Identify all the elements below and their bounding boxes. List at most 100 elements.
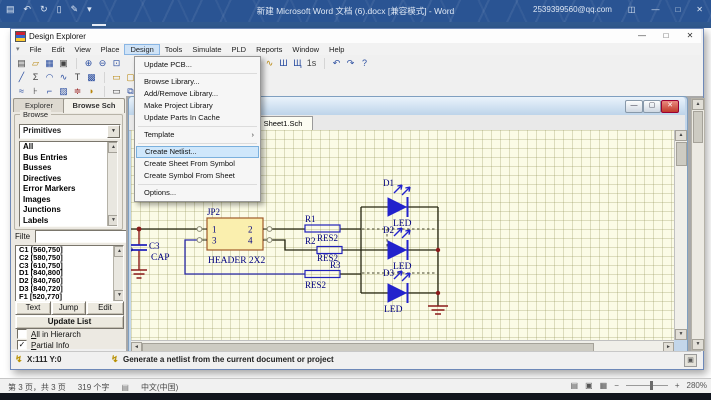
app-minimize-button[interactable]: — bbox=[635, 31, 649, 41]
list-item[interactable]: Junctions bbox=[20, 205, 117, 216]
menu-item-make-project-library[interactable]: Make Project Library bbox=[135, 100, 260, 112]
read-mode-icon[interactable]: ▤ bbox=[571, 381, 579, 390]
image-tool-icon[interactable]: ▩ bbox=[85, 71, 98, 83]
diode-tool-icon[interactable]: ◗ bbox=[85, 85, 98, 97]
list-item[interactable]: All bbox=[20, 142, 117, 153]
word-close-button[interactable]: ✕ bbox=[696, 5, 703, 14]
menu-item-add-remove-library[interactable]: Add/Remove Library... bbox=[135, 88, 260, 100]
zoom-in-icon[interactable]: ⊕ bbox=[82, 57, 95, 69]
line-tool-icon[interactable]: ╱ bbox=[15, 71, 28, 83]
list-item[interactable]: F1 [520,770] bbox=[16, 293, 123, 301]
proofing-icon[interactable]: ▤ bbox=[121, 383, 129, 392]
scroll-up-icon[interactable]: ▲ bbox=[692, 99, 704, 110]
scroll-up-icon[interactable]: ▲ bbox=[114, 246, 124, 257]
app-maximize-button[interactable]: □ bbox=[659, 31, 673, 41]
components-scrollbar[interactable]: ▲ ▼ bbox=[113, 246, 123, 301]
zoom-slider-thumb[interactable] bbox=[650, 381, 653, 390]
list-item[interactable]: Bus Entries bbox=[20, 153, 117, 164]
menu-item-options[interactable]: Options... bbox=[135, 187, 260, 199]
ribbon-options-icon[interactable]: ◫ bbox=[628, 5, 636, 14]
menu-edit[interactable]: Edit bbox=[47, 44, 70, 55]
menu-item-update-parts-in-cache[interactable]: Update Parts In Cache bbox=[135, 112, 260, 124]
save-icon[interactable]: ▦ bbox=[43, 57, 56, 69]
simulate-wave-icon[interactable]: ∿ bbox=[263, 57, 276, 69]
menu-help[interactable]: Help bbox=[324, 44, 349, 55]
app-titlebar[interactable]: Design Explorer — □ ✕ bbox=[11, 29, 701, 44]
checkbox-box[interactable]: ✓ bbox=[17, 340, 27, 350]
browse-type-select[interactable]: Primitives ▼ bbox=[19, 124, 121, 139]
menu-window[interactable]: Window bbox=[287, 44, 324, 55]
menu-design[interactable]: Design bbox=[124, 44, 159, 55]
power-port-tool-icon[interactable]: ≑ bbox=[71, 85, 84, 97]
checkbox-all-in-hierarchy[interactable]: All in Hierarch bbox=[17, 329, 81, 339]
undo-icon[interactable]: ↶ bbox=[330, 57, 343, 69]
word-maximize-button[interactable]: □ bbox=[675, 5, 680, 14]
arc-tool-icon[interactable]: ◠ bbox=[43, 71, 56, 83]
text-button[interactable]: Text bbox=[15, 301, 51, 315]
print-layout-icon[interactable]: ▣ bbox=[585, 381, 593, 390]
polygon-tool-icon[interactable]: Σ bbox=[29, 71, 42, 83]
app-close-button[interactable]: ✕ bbox=[683, 31, 697, 41]
menu-item-create-symbol-from-sheet[interactable]: Create Symbol From Sheet bbox=[135, 170, 260, 182]
jump-button[interactable]: Jump bbox=[51, 301, 86, 315]
word-count[interactable]: 319 个字 bbox=[78, 382, 110, 393]
window-vertical-scrollbar[interactable]: ▲ ▼ bbox=[691, 98, 705, 351]
zoom-level[interactable]: 280% bbox=[687, 381, 707, 390]
digital-wave-icon[interactable]: Ш bbox=[277, 57, 290, 69]
menu-item-template[interactable]: Template › bbox=[135, 129, 260, 141]
list-item[interactable]: Directives bbox=[20, 174, 117, 185]
page-indicator[interactable]: 第 3 页，共 3 页 bbox=[8, 382, 66, 393]
language-indicator[interactable]: 中文(中国) bbox=[141, 382, 178, 393]
menu-view[interactable]: View bbox=[70, 44, 96, 55]
undo-icon[interactable]: ↶ bbox=[24, 4, 32, 15]
sheet-tool-icon[interactable]: ▭ bbox=[110, 85, 123, 97]
scroll-down-icon[interactable]: ▼ bbox=[675, 329, 687, 340]
net-label-tool-icon[interactable]: ⊦ bbox=[29, 85, 42, 97]
primitives-scrollbar[interactable]: ▲ ▼ bbox=[107, 142, 117, 226]
menu-file[interactable]: File bbox=[25, 44, 47, 55]
doc-close-button[interactable]: ✕ bbox=[661, 100, 679, 113]
qat-more-icon[interactable]: ▾ bbox=[87, 4, 92, 15]
menu-pld[interactable]: PLD bbox=[227, 44, 252, 55]
menu-grip-icon[interactable]: ▾ bbox=[11, 45, 25, 53]
scroll-down-icon[interactable]: ▼ bbox=[692, 339, 704, 350]
list-item[interactable]: Labels bbox=[20, 216, 117, 227]
scroll-down-icon[interactable]: ▼ bbox=[114, 290, 124, 301]
status-corner-icon[interactable]: ▣ bbox=[684, 354, 697, 367]
filter-input[interactable] bbox=[35, 230, 128, 243]
mixed-sim-icon[interactable]: 1s bbox=[305, 57, 318, 69]
components-list[interactable]: C1 [560,750] C2 [580,750] C3 [610,750] D… bbox=[15, 245, 124, 302]
menu-simulate[interactable]: Simulate bbox=[187, 44, 226, 55]
menu-tools[interactable]: Tools bbox=[160, 44, 188, 55]
zoom-slider[interactable] bbox=[626, 385, 668, 386]
pen-icon[interactable]: ✎ bbox=[71, 4, 79, 15]
menu-reports[interactable]: Reports bbox=[251, 44, 287, 55]
menu-item-create-sheet-from-symbol[interactable]: Create Sheet From Symbol bbox=[135, 158, 260, 170]
help-icon[interactable]: ? bbox=[358, 57, 371, 69]
list-item[interactable]: Error Markers bbox=[20, 184, 117, 195]
print-icon[interactable]: ▣ bbox=[57, 57, 70, 69]
chevron-down-icon[interactable]: ▼ bbox=[107, 125, 120, 138]
zoom-area-icon[interactable]: ⊡ bbox=[110, 57, 123, 69]
redo-icon[interactable]: ↻ bbox=[40, 4, 48, 15]
bus-entry-tool-icon[interactable]: ⌐ bbox=[43, 85, 56, 97]
canvas-vertical-scrollbar[interactable]: ▲ ▼ bbox=[674, 130, 687, 340]
scrollbar-thumb[interactable] bbox=[676, 142, 687, 166]
save-icon[interactable]: ▤ bbox=[6, 4, 15, 15]
menu-item-update-pcb[interactable]: Update PCB... bbox=[135, 59, 260, 71]
account-name[interactable]: 2539399560@qq.com bbox=[533, 5, 612, 14]
scroll-up-icon[interactable]: ▲ bbox=[675, 130, 687, 141]
rectangle-tool-icon[interactable]: ▭ bbox=[110, 71, 123, 83]
new-doc-icon[interactable]: ▯ bbox=[57, 4, 62, 15]
zoom-out-icon[interactable]: − bbox=[614, 381, 619, 390]
wire-tool-icon[interactable]: ≈ bbox=[15, 85, 28, 97]
new-document-icon[interactable]: ▤ bbox=[15, 57, 28, 69]
menu-item-browse-library[interactable]: Browse Library... bbox=[135, 76, 260, 88]
update-list-button[interactable]: Update List bbox=[15, 315, 124, 329]
primitives-list[interactable]: All Bus Entries Busses Directives Error … bbox=[19, 141, 118, 227]
web-layout-icon[interactable]: ▦ bbox=[600, 381, 608, 390]
scroll-down-icon[interactable]: ▼ bbox=[108, 215, 118, 226]
scroll-up-icon[interactable]: ▲ bbox=[108, 142, 118, 153]
checkbox-partial-info[interactable]: ✓ Partial Info bbox=[17, 340, 69, 350]
menu-item-create-netlist[interactable]: Create Netlist... bbox=[136, 146, 259, 158]
